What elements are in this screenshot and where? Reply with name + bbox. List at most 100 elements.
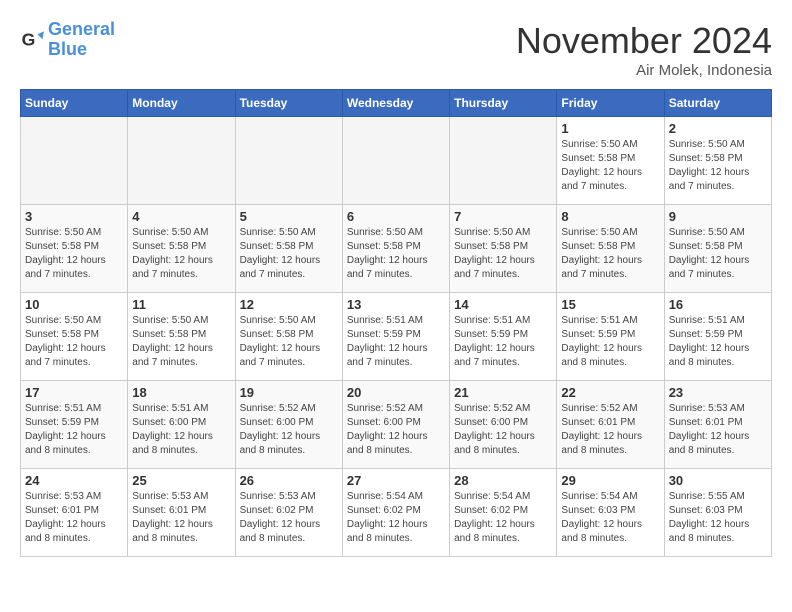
day-info: Sunrise: 5:52 AM Sunset: 6:00 PM Dayligh…	[347, 402, 445, 458]
day-number: 1	[561, 121, 659, 136]
day-number: 6	[347, 209, 445, 224]
day-info: Sunrise: 5:52 AM Sunset: 6:00 PM Dayligh…	[240, 402, 338, 458]
location: Air Molek, Indonesia	[516, 62, 772, 79]
week-row-4: 24 Sunrise: 5:53 AM Sunset: 6:01 PM Dayli…	[21, 469, 772, 557]
day-cell: 10 Sunrise: 5:50 AM Sunset: 5:58 PM Dayli…	[21, 293, 128, 381]
day-info: Sunrise: 5:50 AM Sunset: 5:58 PM Dayligh…	[240, 226, 338, 282]
day-number: 14	[454, 297, 552, 312]
day-info: Sunrise: 5:52 AM Sunset: 6:01 PM Dayligh…	[561, 402, 659, 458]
day-number: 19	[240, 385, 338, 400]
day-number: 9	[669, 209, 767, 224]
day-number: 25	[132, 473, 230, 488]
day-cell: 20Sunrise: 5:52 AM Sunset: 6:00 PM Dayli…	[342, 381, 449, 469]
day-info: Sunrise: 5:51 AM Sunset: 5:59 PM Dayligh…	[454, 314, 552, 370]
day-info: Sunrise: 5:50 AM Sunset: 5:58 PM Dayligh…	[132, 314, 230, 370]
day-number: 2	[669, 121, 767, 136]
day-number: 24	[25, 473, 123, 488]
day-cell	[342, 117, 449, 205]
day-info: Sunrise: 5:53 AM Sunset: 6:01 PM Dayligh…	[669, 402, 767, 458]
header-day-friday: Friday	[557, 90, 664, 117]
logo: G General Blue	[20, 20, 115, 60]
day-number: 30	[669, 473, 767, 488]
day-info: Sunrise: 5:50 AM Sunset: 5:58 PM Dayligh…	[347, 226, 445, 282]
week-row-0: 1 Sunrise: 5:50 AM Sunset: 5:58 PM Daylig…	[21, 117, 772, 205]
day-number: 27	[347, 473, 445, 488]
logo-icon: G	[20, 28, 44, 52]
day-number: 10	[25, 297, 123, 312]
day-info: Sunrise: 5:50 AM Sunset: 5:58 PM Dayligh…	[25, 314, 123, 370]
day-info: Sunrise: 5:51 AM Sunset: 5:59 PM Dayligh…	[669, 314, 767, 370]
logo-text: General Blue	[48, 20, 115, 60]
day-info: Sunrise: 5:55 AM Sunset: 6:03 PM Dayligh…	[669, 490, 767, 546]
day-number: 3	[25, 209, 123, 224]
day-number: 26	[240, 473, 338, 488]
day-number: 29	[561, 473, 659, 488]
day-cell: 3 Sunrise: 5:50 AM Sunset: 5:58 PM Daylig…	[21, 205, 128, 293]
day-cell	[128, 117, 235, 205]
header-day-monday: Monday	[128, 90, 235, 117]
day-info: Sunrise: 5:50 AM Sunset: 5:58 PM Dayligh…	[240, 314, 338, 370]
day-number: 16	[669, 297, 767, 312]
day-number: 22	[561, 385, 659, 400]
day-cell: 4Sunrise: 5:50 AM Sunset: 5:58 PM Daylig…	[128, 205, 235, 293]
day-cell: 11Sunrise: 5:50 AM Sunset: 5:58 PM Dayli…	[128, 293, 235, 381]
day-cell: 24 Sunrise: 5:53 AM Sunset: 6:01 PM Dayli…	[21, 469, 128, 557]
day-number: 12	[240, 297, 338, 312]
day-cell: 8 Sunrise: 5:50 AM Sunset: 5:58 PM Daylig…	[557, 205, 664, 293]
header-day-thursday: Thursday	[450, 90, 557, 117]
day-cell: 19 Sunrise: 5:52 AM Sunset: 6:00 PM Dayli…	[235, 381, 342, 469]
day-info: Sunrise: 5:51 AM Sunset: 6:00 PM Dayligh…	[132, 402, 230, 458]
week-row-2: 10 Sunrise: 5:50 AM Sunset: 5:58 PM Dayli…	[21, 293, 772, 381]
day-cell: 26 Sunrise: 5:53 AM Sunset: 6:02 PM Dayli…	[235, 469, 342, 557]
header-day-wednesday: Wednesday	[342, 90, 449, 117]
day-cell	[235, 117, 342, 205]
day-number: 5	[240, 209, 338, 224]
day-number: 18	[132, 385, 230, 400]
day-info: Sunrise: 5:54 AM Sunset: 6:03 PM Dayligh…	[561, 490, 659, 546]
day-info: Sunrise: 5:50 AM Sunset: 5:58 PM Dayligh…	[25, 226, 123, 282]
day-cell: 2 Sunrise: 5:50 AM Sunset: 5:58 PM Daylig…	[664, 117, 771, 205]
title-block: November 2024 Air Molek, Indonesia	[516, 20, 772, 79]
page-header: G General Blue November 2024 Air Molek, …	[20, 20, 772, 79]
month-title: November 2024	[516, 20, 772, 62]
day-number: 7	[454, 209, 552, 224]
day-info: Sunrise: 5:53 AM Sunset: 6:01 PM Dayligh…	[25, 490, 123, 546]
day-cell: 17 Sunrise: 5:51 AM Sunset: 5:59 PM Dayli…	[21, 381, 128, 469]
day-number: 17	[25, 385, 123, 400]
week-row-1: 3 Sunrise: 5:50 AM Sunset: 5:58 PM Daylig…	[21, 205, 772, 293]
day-info: Sunrise: 5:50 AM Sunset: 5:58 PM Dayligh…	[669, 138, 767, 194]
day-info: Sunrise: 5:50 AM Sunset: 5:58 PM Dayligh…	[561, 138, 659, 194]
header-row: SundayMondayTuesdayWednesdayThursdayFrid…	[21, 90, 772, 117]
header-day-sunday: Sunday	[21, 90, 128, 117]
week-row-3: 17 Sunrise: 5:51 AM Sunset: 5:59 PM Dayli…	[21, 381, 772, 469]
day-info: Sunrise: 5:50 AM Sunset: 5:58 PM Dayligh…	[561, 226, 659, 282]
day-cell: 30 Sunrise: 5:55 AM Sunset: 6:03 PM Dayli…	[664, 469, 771, 557]
day-cell: 21Sunrise: 5:52 AM Sunset: 6:00 PM Dayli…	[450, 381, 557, 469]
day-number: 21	[454, 385, 552, 400]
day-cell: 15Sunrise: 5:51 AM Sunset: 5:59 PM Dayli…	[557, 293, 664, 381]
day-cell: 25 Sunrise: 5:53 AM Sunset: 6:01 PM Dayli…	[128, 469, 235, 557]
day-cell: 13Sunrise: 5:51 AM Sunset: 5:59 PM Dayli…	[342, 293, 449, 381]
day-cell: 5 Sunrise: 5:50 AM Sunset: 5:58 PM Daylig…	[235, 205, 342, 293]
day-cell: 12 Sunrise: 5:50 AM Sunset: 5:58 PM Dayli…	[235, 293, 342, 381]
day-number: 28	[454, 473, 552, 488]
day-cell: 18 Sunrise: 5:51 AM Sunset: 6:00 PM Dayli…	[128, 381, 235, 469]
day-number: 23	[669, 385, 767, 400]
day-info: Sunrise: 5:53 AM Sunset: 6:01 PM Dayligh…	[132, 490, 230, 546]
day-number: 15	[561, 297, 659, 312]
day-cell: 29 Sunrise: 5:54 AM Sunset: 6:03 PM Dayli…	[557, 469, 664, 557]
day-info: Sunrise: 5:50 AM Sunset: 5:58 PM Dayligh…	[132, 226, 230, 282]
day-cell: 23 Sunrise: 5:53 AM Sunset: 6:01 PM Dayli…	[664, 381, 771, 469]
day-cell: 27Sunrise: 5:54 AM Sunset: 6:02 PM Dayli…	[342, 469, 449, 557]
day-info: Sunrise: 5:51 AM Sunset: 5:59 PM Dayligh…	[347, 314, 445, 370]
header-day-saturday: Saturday	[664, 90, 771, 117]
day-number: 8	[561, 209, 659, 224]
header-day-tuesday: Tuesday	[235, 90, 342, 117]
day-cell	[21, 117, 128, 205]
day-cell: 16 Sunrise: 5:51 AM Sunset: 5:59 PM Dayli…	[664, 293, 771, 381]
day-cell: 6 Sunrise: 5:50 AM Sunset: 5:58 PM Daylig…	[342, 205, 449, 293]
day-info: Sunrise: 5:53 AM Sunset: 6:02 PM Dayligh…	[240, 490, 338, 546]
day-cell: 7Sunrise: 5:50 AM Sunset: 5:58 PM Daylig…	[450, 205, 557, 293]
day-info: Sunrise: 5:50 AM Sunset: 5:58 PM Dayligh…	[669, 226, 767, 282]
day-info: Sunrise: 5:51 AM Sunset: 5:59 PM Dayligh…	[25, 402, 123, 458]
